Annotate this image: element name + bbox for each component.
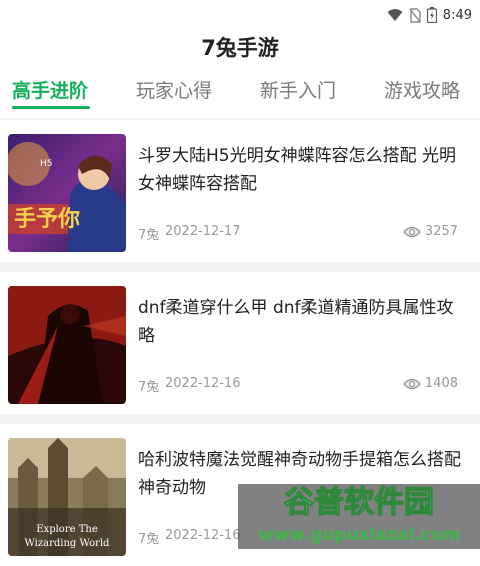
article-thumbnail: Explore The Wizarding World <box>8 438 126 556</box>
thumb-label: Wizarding World <box>25 538 111 549</box>
status-bar: 8:49 <box>0 0 480 30</box>
tab-player-experience[interactable]: 玩家心得 <box>136 76 212 103</box>
no-sim-icon <box>409 7 421 23</box>
article-views: 1408 <box>402 376 458 391</box>
status-time: 8:49 <box>442 7 472 23</box>
article-author: 7兔 <box>138 532 160 547</box>
article-title: 斗罗大陆H5光明女神蝶阵容怎么搭配 光明女神蝶阵容搭配 <box>138 146 457 194</box>
tab-beginner[interactable]: 新手入门 <box>260 76 336 103</box>
article-title: dnf柔道穿什么甲 dnf柔道精通防具属性攻略 <box>138 298 454 346</box>
status-icons: 8:49 <box>387 6 472 24</box>
article-thumbnail <box>8 286 126 404</box>
tab-bar: 高手进阶 玩家心得 新手入门 游戏攻略 <box>0 74 480 118</box>
article-date: 2022-12-16 <box>165 376 241 391</box>
list-item[interactable]: dnf柔道穿什么甲 dnf柔道精通防具属性攻略 7兔 2022-12-16 14… <box>0 272 480 414</box>
article-author: 7兔 <box>138 228 160 243</box>
article-meta: 7兔 2022-12-16 1408 <box>138 376 458 396</box>
view-count: 3257 <box>424 224 458 239</box>
watermark-url: www.gupuxlazal.com <box>258 525 460 545</box>
battery-icon <box>426 7 437 23</box>
tab-game-guide[interactable]: 游戏攻略 <box>384 76 460 103</box>
view-count: 1408 <box>424 376 458 391</box>
tab-advanced[interactable]: 高手进阶 <box>12 76 88 103</box>
eye-icon <box>402 226 421 237</box>
wifi-icon <box>387 9 403 21</box>
article-thumbnail: 手予你 H5 <box>8 134 126 252</box>
article-meta: 7兔 2022-12-17 3257 <box>138 224 458 244</box>
watermark-logo: 谷普软件园 www.gupuxlazal.com <box>238 466 480 549</box>
svg-text:手予你: 手予你 <box>14 207 80 232</box>
thumb-label: H5 <box>40 159 53 169</box>
thumb-label: Explore The <box>36 524 98 535</box>
article-date: 2022-12-17 <box>165 224 241 239</box>
active-tab-indicator <box>12 106 90 109</box>
article-views: 3257 <box>402 224 458 239</box>
article-date: 2022-12-16 <box>165 528 241 543</box>
list-item[interactable]: 手予你 H5 斗罗大陆H5光明女神蝶阵容怎么搭配 光明女神蝶阵容搭配 7兔 20… <box>0 120 480 262</box>
watermark-title: 谷普软件园 <box>284 485 434 520</box>
eye-icon <box>402 378 421 389</box>
article-author: 7兔 <box>138 380 160 395</box>
page-title: 7兔手游 <box>201 36 279 60</box>
header: 7兔手游 高手进阶 玩家心得 新手入门 游戏攻略 <box>0 30 480 118</box>
